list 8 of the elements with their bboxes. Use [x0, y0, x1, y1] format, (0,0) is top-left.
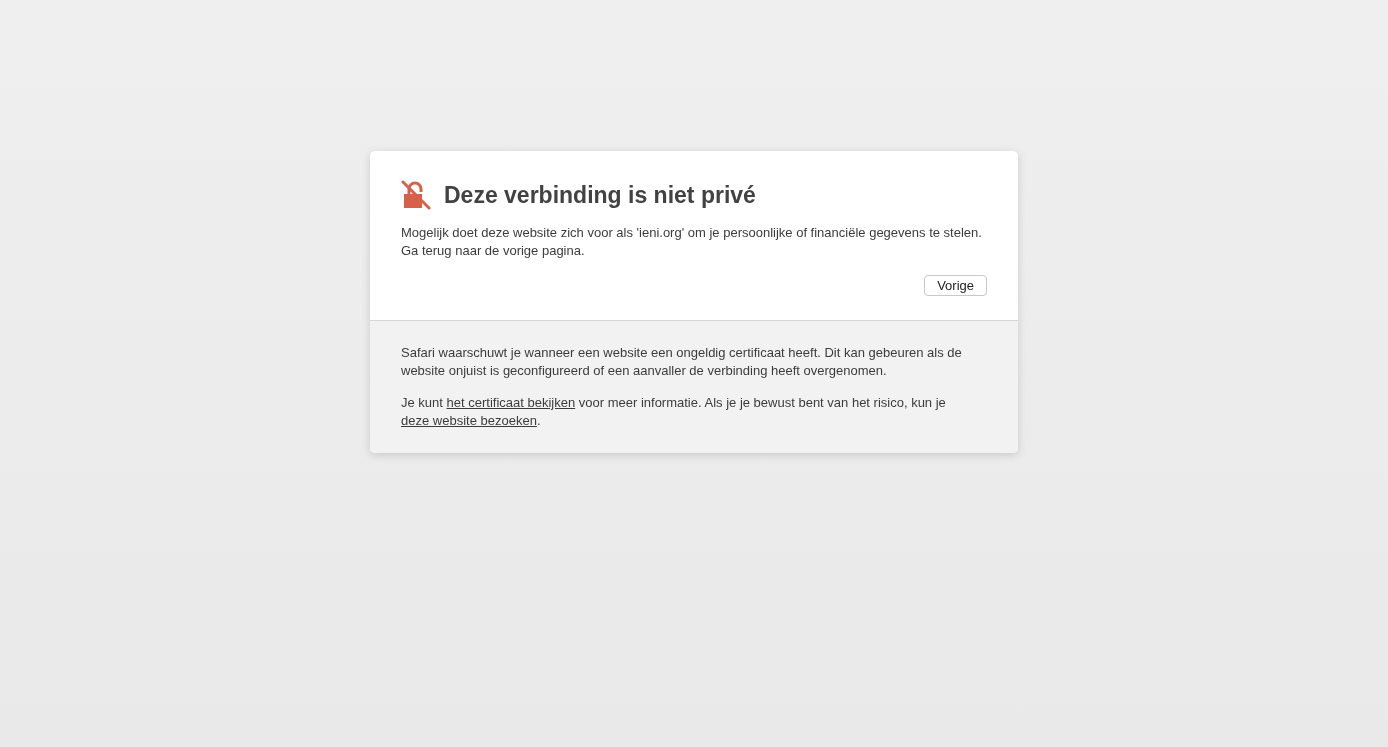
back-button[interactable]: Vorige [924, 275, 987, 296]
warning-message: Mogelijk doet deze website zich voor als 'ieni.org' om je persoonlijke of financiële gegevens te stelen. Ga terug naar de vorige pagina. [401, 224, 983, 260]
info-text: Je kunt het certificaat bekijken voor meer informatie. Als je je bewust bent van het risico, kun je deze website bezoeken. [401, 394, 947, 430]
link[interactable]: het certificaat bekijken [446, 395, 576, 410]
broken-lock-icon [401, 180, 431, 210]
explanation-text: Safari waarschuwt je wanneer een website een ongeldig certificaat heeft. Dit kan gebeuren als de website onjuist is geconfigureerd of een aanvaller de verbinding heeft overgenomen. [401, 344, 963, 380]
warning-title: Deze verbinding is niet privé [444, 181, 756, 209]
link[interactable]: deze website bezoeken [401, 413, 537, 428]
